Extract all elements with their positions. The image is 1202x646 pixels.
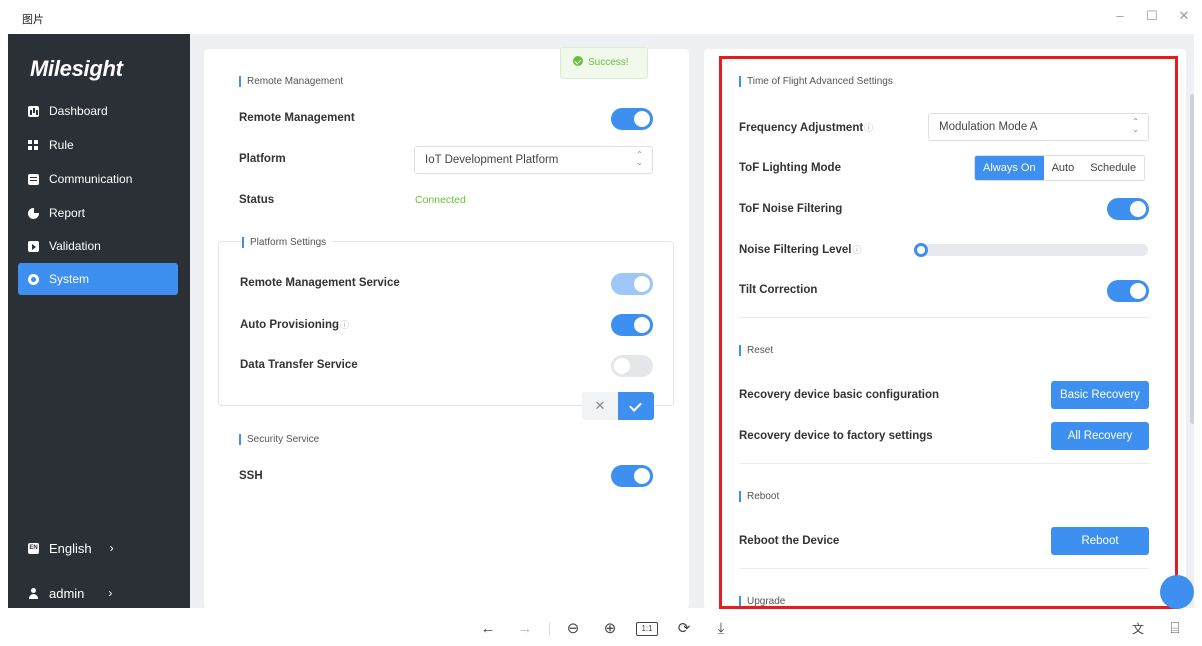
sidebar-item-report[interactable]: Report	[18, 197, 178, 229]
select-arrows-icon: ⌃ ⌄	[636, 150, 643, 167]
sidebar: Milesight Dashboard Rule Communication R…	[8, 34, 190, 608]
data-transfer-label: Data Transfer Service	[240, 359, 358, 371]
ssh-label: SSH	[239, 470, 263, 482]
platform-select[interactable]: IoT Development Platform ⌃ ⌄	[414, 146, 653, 174]
section-title-platform-settings: Platform Settings	[242, 237, 333, 248]
actual-size-icon[interactable]: 1:1	[636, 622, 658, 636]
previous-arrow-icon[interactable]: ←	[478, 620, 498, 638]
ocr-icon[interactable]: ⌸	[1165, 620, 1185, 638]
ssh-toggle[interactable]	[611, 465, 653, 487]
language-icon: EN	[28, 542, 39, 554]
remote-management-toggle[interactable]	[611, 108, 653, 130]
platform-label: Platform	[239, 153, 286, 165]
sidebar-item-system[interactable]: System	[18, 263, 178, 295]
sidebar-item-rule[interactable]: Rule	[18, 129, 178, 161]
minimize-button[interactable]: –	[1110, 7, 1130, 25]
remote-management-label: Remote Management	[239, 112, 355, 124]
cancel-button[interactable]: ✕	[582, 392, 618, 420]
sidebar-item-label: Dashboard	[49, 104, 108, 118]
validation-icon	[28, 240, 39, 252]
success-toast: Success!	[560, 47, 648, 79]
viewer-titlebar: 图片 – ☐ ✕	[0, 0, 1202, 34]
viewer-toolbar: ← → ⊖ ⊕ 1:1 ⟳ ⤓ 文 ⌸	[0, 610, 1202, 646]
dashboard-icon	[28, 105, 39, 117]
download-icon[interactable]: ⤓	[711, 620, 731, 638]
next-arrow-icon[interactable]: →	[515, 620, 535, 638]
language-selector[interactable]: EN English ›	[18, 532, 178, 564]
edit-confirm-group: ✕	[582, 392, 654, 420]
rotate-icon[interactable]: ⟳	[674, 620, 694, 638]
remote-service-label: Remote Management Service	[240, 277, 400, 289]
section-title-security: Security Service	[239, 434, 319, 445]
window-title: 图片	[22, 14, 44, 26]
zoom-out-icon[interactable]: ⊖	[563, 620, 583, 638]
status-label: Status	[239, 194, 275, 206]
confirm-button[interactable]	[618, 392, 654, 420]
section-title-remote-management: Remote Management	[239, 76, 343, 87]
remote-service-toggle[interactable]	[611, 273, 653, 295]
sidebar-item-label: System	[49, 272, 90, 286]
data-transfer-toggle[interactable]	[611, 355, 653, 377]
toolbar-divider	[549, 622, 550, 636]
toast-text: Success!	[588, 57, 629, 68]
milesight-logo: Milesight	[30, 56, 123, 81]
maximize-button[interactable]: ☐	[1142, 7, 1162, 25]
sidebar-item-label: Validation	[49, 239, 101, 253]
sidebar-item-dashboard[interactable]: Dashboard	[18, 95, 178, 127]
user-name: admin	[49, 585, 85, 601]
help-float-button[interactable]	[1160, 575, 1194, 609]
user-icon	[28, 587, 39, 599]
gear-icon	[28, 273, 39, 285]
rule-icon	[28, 139, 39, 151]
sidebar-item-label: Communication	[49, 172, 133, 186]
platform-value: IoT Development Platform	[425, 154, 559, 166]
user-menu[interactable]: admin ›	[18, 577, 178, 608]
check-circle-icon	[573, 56, 583, 66]
zoom-in-icon[interactable]: ⊕	[600, 620, 620, 638]
status-value: Connected	[415, 194, 466, 206]
chevron-right-icon: ›	[109, 541, 114, 555]
close-button[interactable]: ✕	[1174, 7, 1194, 25]
chevron-right-icon: ›	[108, 586, 113, 600]
auto-provisioning-label: Auto Provisioningⓘ	[240, 319, 350, 331]
sidebar-item-label: Rule	[49, 138, 74, 152]
communication-icon	[28, 173, 39, 185]
language-label: English	[49, 540, 92, 556]
scrollbar[interactable]	[1190, 94, 1194, 424]
report-icon	[28, 206, 40, 219]
auto-provisioning-toggle[interactable]	[611, 314, 653, 336]
highlight-frame	[719, 56, 1178, 609]
sidebar-item-validation[interactable]: Validation	[18, 230, 178, 262]
translate-icon[interactable]: 文	[1128, 620, 1148, 638]
info-icon[interactable]: ⓘ	[340, 320, 349, 330]
sidebar-item-communication[interactable]: Communication	[18, 163, 178, 195]
sidebar-item-label: Report	[49, 206, 86, 220]
